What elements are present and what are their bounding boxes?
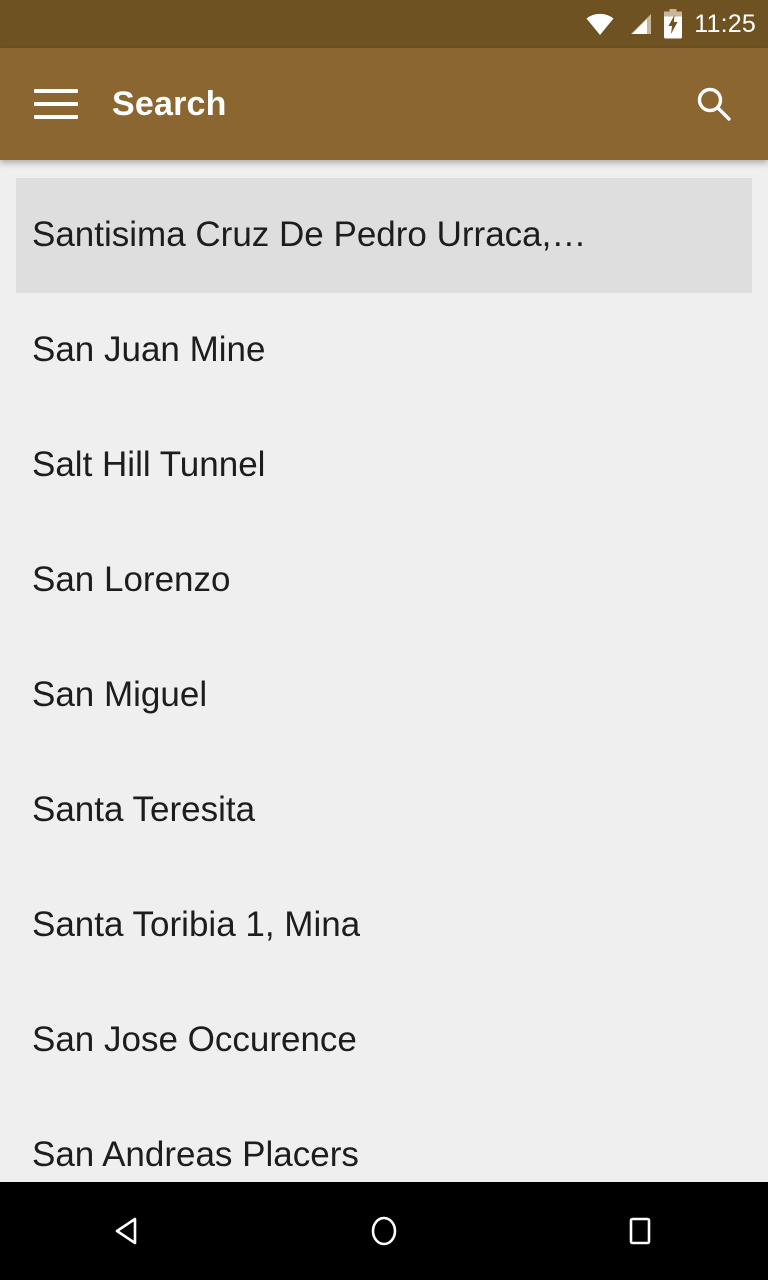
list-item-label: San Miguel	[32, 676, 208, 715]
list-item[interactable]: Santisima Cruz De Pedro Urraca,…	[16, 178, 752, 293]
list-item[interactable]: Salt Hill Tunnel	[0, 408, 768, 523]
battery-charging-icon	[664, 9, 683, 39]
home-circle-icon	[371, 1216, 397, 1246]
list-item[interactable]: San Andreas Placers	[0, 1098, 768, 1182]
list-item-label: Salt Hill Tunnel	[32, 446, 266, 485]
recents-button[interactable]	[592, 1182, 688, 1280]
list-item-label: Santisima Cruz De Pedro Urraca,…	[32, 216, 587, 255]
list-item[interactable]: San Lorenzo	[0, 523, 768, 638]
app-bar: Search	[0, 48, 768, 160]
phone-screen: 11:25 Search Santisima Cruz De Pedro Urr…	[0, 0, 768, 1280]
list-item-label: Santa Teresita	[32, 791, 256, 830]
status-bar: 11:25	[0, 0, 768, 48]
menu-line-1	[34, 89, 78, 93]
wifi-icon	[586, 13, 614, 35]
android-navigation-bar	[0, 1182, 768, 1280]
search-icon[interactable]	[686, 76, 742, 132]
recents-square-icon	[629, 1217, 651, 1245]
back-triangle-icon	[115, 1217, 137, 1245]
list-item[interactable]: Santa Toribia 1, Mina	[0, 868, 768, 983]
menu-line-2	[34, 102, 78, 106]
menu-line-3	[34, 115, 78, 119]
list-item-label: Santa Toribia 1, Mina	[32, 906, 361, 945]
list-item-label: San Jose Occurence	[32, 1021, 357, 1060]
cell-signal-icon	[631, 14, 652, 34]
list-item[interactable]: San Miguel	[0, 638, 768, 753]
list-item-label: San Andreas Placers	[32, 1136, 359, 1175]
home-button[interactable]	[336, 1182, 432, 1280]
status-icon-group	[585, 9, 683, 39]
list-item-label: San Juan Mine	[32, 331, 266, 370]
back-button[interactable]	[80, 1182, 176, 1280]
hamburger-menu-icon[interactable]	[28, 76, 84, 132]
search-glass-glyph	[697, 87, 731, 121]
list-item[interactable]: Santa Teresita	[0, 753, 768, 868]
search-results-list[interactable]: Santisima Cruz De Pedro Urraca,… San Jua…	[0, 160, 768, 1182]
page-title: Search	[112, 84, 227, 123]
list-item-label: San Lorenzo	[32, 561, 231, 600]
status-bar-clock: 11:25	[694, 10, 756, 38]
list-item[interactable]: San Jose Occurence	[0, 983, 768, 1098]
list-item[interactable]: San Juan Mine	[0, 293, 768, 408]
